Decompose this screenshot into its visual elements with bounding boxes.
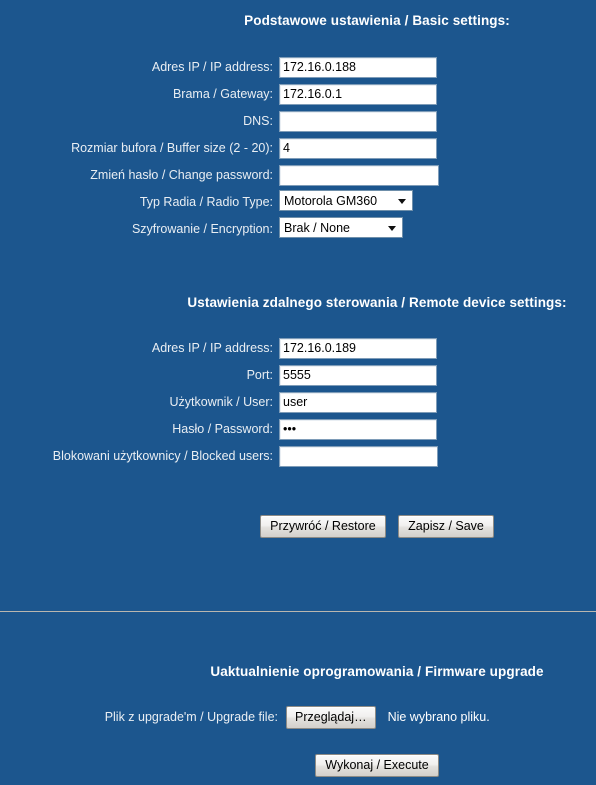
- row-encryption: Szyfrowanie / Encryption: Brak / None: [0, 216, 596, 243]
- radio-type-select[interactable]: Motorola GM360: [279, 189, 413, 211]
- row-radio-type: Typ Radia / Radio Type: Motorola GM360: [0, 189, 596, 216]
- label-remote-password: Hasło / Password:: [172, 422, 273, 437]
- row-basic-buffer-size: Rozmiar bufora / Buffer size (2 - 20):: [0, 135, 596, 162]
- basic-change-password-input[interactable]: [279, 165, 439, 186]
- field-remote-port: [279, 365, 437, 386]
- row-remote-ip-address: Adres IP / IP address:: [0, 335, 596, 362]
- label-radio-type: Typ Radia / Radio Type:: [139, 195, 273, 210]
- field-remote-ip-address: [279, 338, 437, 359]
- encryption-select[interactable]: Brak / None: [279, 216, 403, 238]
- label-basic-buffer-size: Rozmiar bufora / Buffer size (2 - 20):: [71, 141, 273, 156]
- remote-settings-heading: Ustawienia zdalnego sterowania / Remote …: [187, 295, 567, 310]
- basic-buffer-size-input[interactable]: [279, 138, 437, 159]
- field-remote-password: [279, 419, 437, 440]
- row-remote-blocked-users: Blokowani użytkownicy / Blocked users:: [0, 443, 596, 470]
- config-page: Podstawowe ustawienia / Basic settings: …: [0, 0, 596, 785]
- row-basic-dns: DNS:: [0, 108, 596, 135]
- label-basic-gateway: Brama / Gateway:: [172, 87, 273, 102]
- execute-button[interactable]: Wykonaj / Execute: [315, 754, 439, 777]
- row-basic-gateway: Brama / Gateway:: [0, 81, 596, 108]
- label-remote-port: Port:: [246, 368, 273, 383]
- basic-ip-address-input[interactable]: [279, 57, 437, 78]
- file-selection-status: Nie wybrano pliku.: [387, 710, 490, 724]
- save-button[interactable]: Zapisz / Save: [398, 515, 494, 538]
- chevron-down-icon: [388, 225, 396, 231]
- field-radio-type: Motorola GM360: [279, 189, 413, 216]
- remote-user-input[interactable]: [279, 392, 437, 413]
- basic-settings-form: Adres IP / IP address: Brama / Gateway: …: [0, 54, 596, 243]
- field-basic-change-password: [279, 165, 439, 186]
- remote-port-input[interactable]: [279, 365, 437, 386]
- label-basic-dns: DNS:: [243, 114, 273, 129]
- field-basic-gateway: [279, 84, 437, 105]
- restore-button[interactable]: Przywróć / Restore: [260, 515, 386, 538]
- browse-file-button[interactable]: Przeglądaj…: [286, 705, 376, 729]
- field-encryption: Brak / None: [279, 216, 403, 243]
- label-encryption: Szyfrowanie / Encryption:: [131, 222, 273, 237]
- label-basic-ip-address: Adres IP / IP address:: [151, 60, 273, 75]
- row-upgrade-file: Plik z upgrade'm / Upgrade file: Przeglą…: [0, 705, 596, 729]
- label-upgrade-file: Plik z upgrade'm / Upgrade file:: [104, 710, 278, 724]
- field-basic-buffer-size: [279, 138, 437, 159]
- field-basic-dns: [279, 111, 437, 132]
- basic-settings-heading: Podstawowe ustawienia / Basic settings:: [244, 13, 510, 28]
- execute-button-row: Wykonaj / Execute: [0, 754, 596, 777]
- field-remote-user: [279, 392, 437, 413]
- basic-gateway-input[interactable]: [279, 84, 437, 105]
- chevron-down-icon: [398, 198, 406, 204]
- section-divider: [0, 611, 596, 612]
- row-basic-change-password: Zmień hasło / Change password:: [0, 162, 596, 189]
- row-remote-port: Port:: [0, 362, 596, 389]
- action-buttons: Przywróć / Restore Zapisz / Save: [0, 515, 596, 538]
- row-remote-password: Hasło / Password:: [0, 416, 596, 443]
- field-basic-ip-address: [279, 57, 437, 78]
- remote-ip-address-input[interactable]: [279, 338, 437, 359]
- row-basic-ip-address: Adres IP / IP address:: [0, 54, 596, 81]
- encryption-selected-value: Brak / None: [284, 220, 351, 235]
- radio-type-selected-value: Motorola GM360: [284, 193, 378, 208]
- label-basic-change-password: Zmień hasło / Change password:: [90, 168, 273, 183]
- remote-password-input[interactable]: [279, 419, 437, 440]
- label-remote-user: Użytkownik / User:: [169, 395, 274, 410]
- field-remote-blocked-users: [279, 446, 438, 467]
- remote-settings-form: Adres IP / IP address: Port: Użytkownik …: [0, 335, 596, 470]
- firmware-upgrade-heading: Uaktualnienie oprogramowania / Firmware …: [210, 664, 544, 679]
- row-remote-user: Użytkownik / User:: [0, 389, 596, 416]
- label-remote-ip-address: Adres IP / IP address:: [151, 341, 273, 356]
- basic-dns-input[interactable]: [279, 111, 437, 132]
- remote-blocked-users-input[interactable]: [279, 446, 438, 467]
- label-remote-blocked-users: Blokowani użytkownicy / Blocked users:: [52, 449, 273, 464]
